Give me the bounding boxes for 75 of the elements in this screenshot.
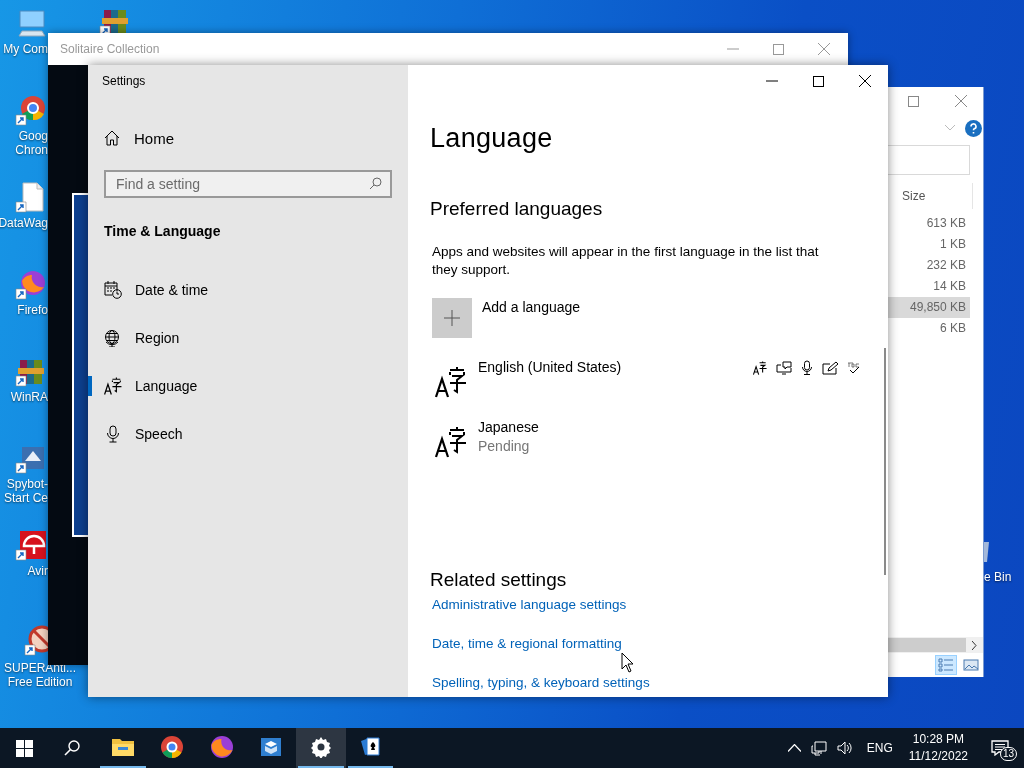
input-language[interactable]: ENG — [866, 741, 893, 755]
calendar-clock-icon — [104, 281, 122, 299]
browser-icon — [14, 93, 48, 127]
network-icon[interactable] — [810, 740, 827, 756]
clock[interactable]: 10:28 PM 11/12/2022 — [908, 731, 968, 765]
window-title: Settings — [102, 73, 147, 90]
search-icon — [369, 177, 382, 190]
search-field[interactable]: Find a setting — [104, 170, 392, 198]
globe-icon — [104, 329, 122, 347]
sidebar-item[interactable]: Region — [88, 314, 392, 362]
add-language-button[interactable]: Add a language — [432, 297, 888, 338]
file-size-cell[interactable]: 6 KB — [888, 318, 970, 339]
settings-icon — [309, 736, 332, 758]
horizontal-scrollbar[interactable] — [888, 637, 983, 653]
plus-icon — [444, 310, 460, 326]
browser-icon — [160, 735, 185, 759]
mouse-cursor-icon — [621, 652, 635, 673]
language-icon — [435, 426, 467, 458]
desktop-icon-label[interactable]: e Bin — [984, 570, 1012, 584]
spell-check-icon — [847, 360, 861, 375]
desktop-icon-label[interactable]: Goog Chron — [15, 129, 48, 157]
settings-link[interactable]: Date, time & regional formatting — [432, 635, 622, 653]
sidebar-item[interactable]: Date & time — [88, 266, 392, 314]
desktop-icon-label[interactable]: Spybot- Start Ce — [4, 477, 48, 505]
notifications-button[interactable]: 13 — [982, 728, 1018, 768]
file-size-cell[interactable]: 14 KB — [888, 276, 970, 297]
page-heading: Language — [430, 122, 554, 155]
settings-link[interactable]: Administrative language settings — [432, 596, 627, 614]
umbrella-icon — [14, 528, 48, 562]
desktop-icon-label[interactable]: WinRA — [10, 390, 48, 404]
home-icon — [104, 130, 120, 146]
desktop-icon-label[interactable]: Firefo — [17, 303, 48, 317]
windows-logo-icon — [15, 739, 33, 757]
language-icon — [435, 366, 467, 398]
language-icon — [104, 377, 122, 395]
desktop-icon-label[interactable]: DataWag — [0, 216, 48, 230]
sidebar-item[interactable]: Speech — [88, 410, 392, 458]
language-status: Pending — [478, 437, 531, 456]
taskbar-app-button[interactable] — [296, 728, 346, 768]
search-icon — [64, 740, 80, 756]
home-link[interactable]: Home — [104, 122, 392, 154]
language-name[interactable]: Japanese — [478, 418, 539, 437]
desktop-icon-label[interactable]: Avir — [27, 564, 48, 578]
settings-link[interactable]: Spelling, typing, & keyboard settings — [432, 674, 650, 692]
chevron-right-icon[interactable] — [972, 640, 977, 650]
chevron-up-icon[interactable] — [787, 744, 801, 752]
microphone-icon — [104, 425, 122, 443]
desktop-icon-label[interactable]: My Com — [3, 42, 48, 56]
file-size-cell[interactable]: 1 KB — [888, 234, 970, 255]
scrollbar[interactable] — [884, 348, 886, 575]
volume-icon[interactable] — [836, 741, 853, 755]
section-heading: Related settings — [430, 568, 568, 592]
cards-icon — [358, 735, 383, 759]
box-icon — [259, 735, 284, 759]
file-size-cell[interactable]: 232 KB — [888, 255, 970, 276]
desktop-icon-label[interactable]: SUPERAnti... Free Edition — [4, 661, 76, 689]
close-icon[interactable] — [859, 75, 871, 87]
browser-icon — [209, 735, 234, 759]
file-size-cell[interactable]: 49,850 KB — [888, 297, 970, 318]
large-icons-view-button[interactable] — [961, 656, 981, 674]
file-size-cell[interactable]: 613 KB — [888, 213, 970, 234]
section-heading: Preferred languages — [430, 197, 604, 221]
maximize-icon[interactable] — [813, 75, 824, 87]
language-name[interactable]: English (United States) — [478, 358, 622, 377]
section-title: Time & Language — [104, 222, 222, 241]
language-icon — [753, 360, 767, 375]
display-speech-icon — [776, 360, 792, 375]
notification-count: 13 — [1000, 747, 1018, 761]
help-icon[interactable] — [965, 119, 982, 137]
description-text: Apps and websites will appear in the first language in the list that they support. — [432, 243, 820, 279]
handwriting-icon — [822, 360, 838, 375]
microphone-icon — [801, 360, 813, 375]
window-title: Solitaire Collection — [60, 42, 161, 56]
folder-icon — [110, 737, 135, 757]
sidebar-item[interactable]: Language — [88, 362, 392, 410]
